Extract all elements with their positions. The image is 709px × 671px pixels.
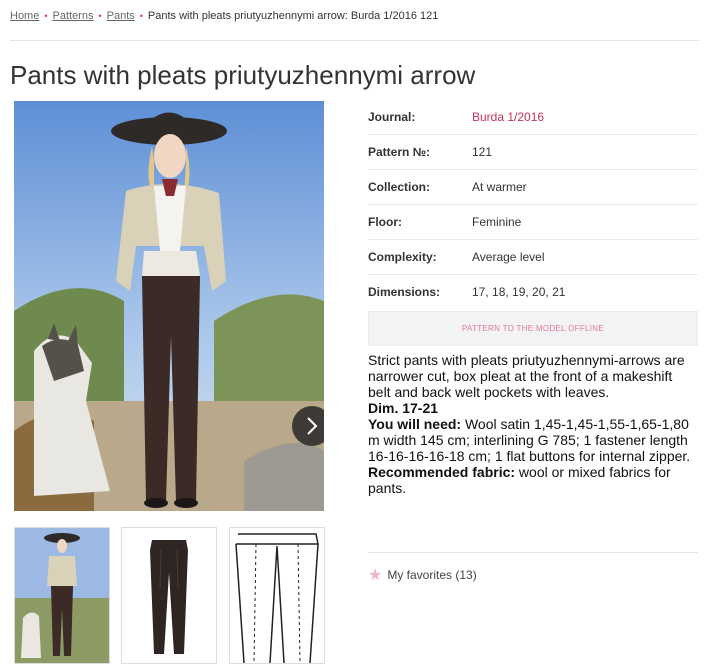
thumbnail-pants-photo[interactable] [121,527,217,664]
divider [368,552,698,553]
detail-value: At warmer [472,180,527,194]
detail-row-floor: Floor: Feminine [368,205,698,240]
pattern-description: Strict pants with pleats priutyuzhennymi… [368,352,698,496]
bullet-separator: • [98,11,102,21]
divider [10,40,699,41]
pattern-offline-button[interactable]: PATTERN TO THE MODEL OFFLINE [368,311,698,346]
detail-label: Pattern №: [368,145,431,159]
detail-row-collection: Collection: At warmer [368,170,698,205]
detail-label: Dimensions: [368,285,441,299]
detail-row-dimensions: Dimensions: 17, 18, 19, 20, 21 [368,275,698,309]
breadcrumb-pants[interactable]: Pants [107,10,135,22]
breadcrumb-home[interactable]: Home [10,10,39,22]
detail-label: Complexity: [368,250,437,264]
breadcrumb-current: Pants with pleats priutyuzhennymi arrow:… [147,10,439,22]
materials-label: You will need: [368,416,462,432]
thumbnail-technical-drawing[interactable] [229,527,325,664]
bullet-separator: • [139,11,143,21]
detail-value: 17, 18, 19, 20, 21 [472,285,566,299]
detail-value: Feminine [472,215,522,229]
favorites-link[interactable]: ★ My favorites (13) [368,565,477,585]
detail-value: 121 [472,145,493,159]
journal-link[interactable]: Burda 1/2016 [472,110,544,124]
description-intro: Strict pants with pleats priutyuzhennymi… [368,352,685,400]
detail-row-complexity: Complexity: Average level [368,240,698,275]
detail-label: Journal: [368,110,416,124]
detail-row-pattern-number: Pattern №: 121 [368,135,698,170]
bullet-separator: • [44,11,48,21]
next-image-button[interactable] [292,406,324,446]
pattern-details: Journal: Burda 1/2016 Pattern №: 121 Col… [368,100,698,346]
detail-label: Floor: [368,215,402,229]
breadcrumb: Home • Patterns • Pants • Pants with pleats pr… [10,10,438,22]
chevron-right-icon [307,417,318,435]
dimensions-heading: Dim. 17-21 [368,400,439,416]
main-product-photo[interactable] [14,101,324,511]
fabric-label: Recommended fabric: [368,464,516,480]
detail-label: Collection: [368,180,430,194]
detail-value: Average level [472,250,545,264]
detail-row-journal: Journal: Burda 1/2016 [368,100,698,135]
star-icon: ★ [368,567,383,584]
thumbnail-model-photo[interactable] [14,527,110,664]
favorites-label: My favorites (13) [387,568,477,582]
breadcrumb-patterns[interactable]: Patterns [53,10,94,22]
page-title: Pants with pleats priutyuzhennymi arrow [10,60,476,90]
